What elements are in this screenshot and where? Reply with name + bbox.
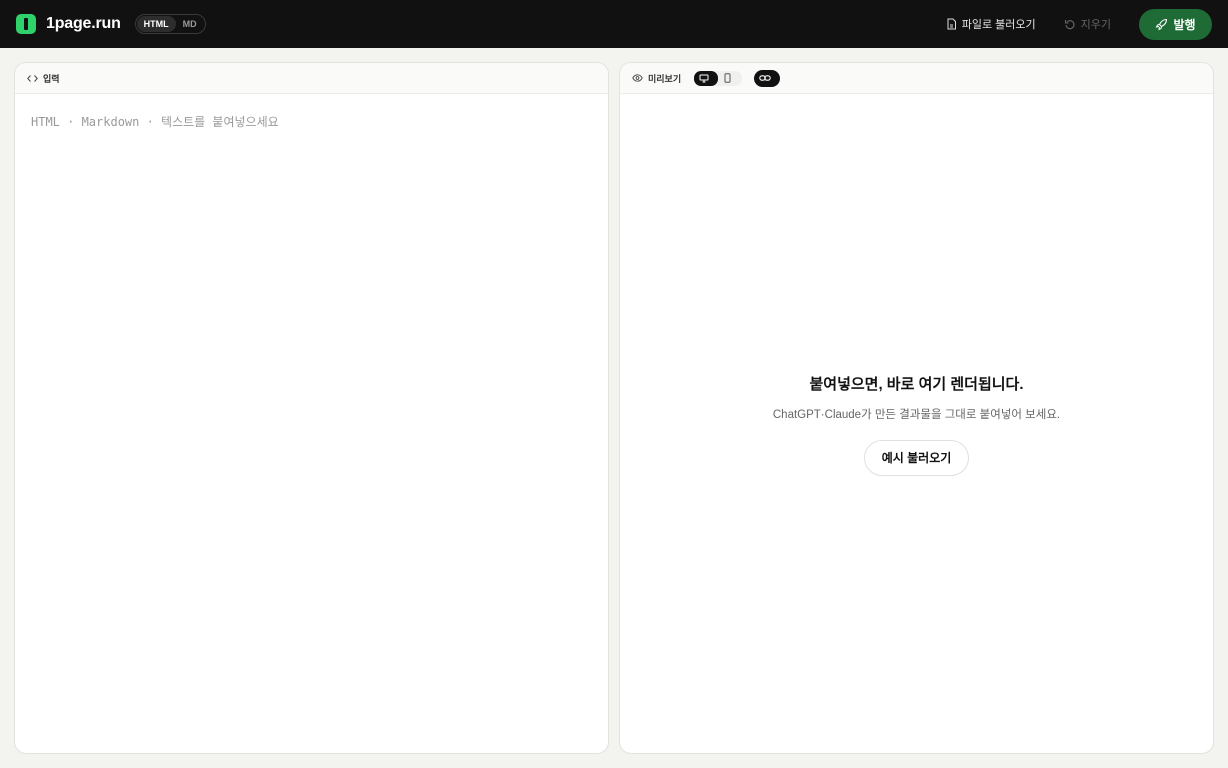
preview-title: 미리보기 — [648, 73, 682, 84]
publish-button[interactable]: 발행 — [1139, 8, 1212, 40]
load-file-button[interactable]: 파일로 불러오기 — [946, 16, 1036, 32]
phone-icon — [724, 73, 731, 83]
clear-label: 지우기 — [1080, 19, 1111, 31]
preview-header: 미리보기 — [620, 63, 1213, 94]
brand-name[interactable]: 1page.run — [46, 15, 121, 33]
undo-icon — [1064, 20, 1075, 30]
rocket-icon — [1156, 18, 1168, 30]
eye-icon — [632, 74, 643, 82]
editor-input[interactable]: HTML · Markdown · 텍스트를 붙여넣으세요 — [15, 94, 608, 149]
empty-subtitle: ChatGPT·Claude가 만든 결과물을 그대로 붙여넣어 보세요. — [772, 409, 1061, 421]
share-link-button[interactable] — [754, 69, 781, 87]
editor-header: 입력 — [15, 63, 608, 94]
editor-title: 입력 — [43, 73, 60, 84]
preview-panel: 미리보기 붙여넣으면, 바로 여기 렌더됩니다. ChatGPT·Claude가… — [619, 62, 1214, 754]
mode-md-button[interactable]: MD — [176, 16, 204, 32]
logo-icon[interactable] — [16, 14, 36, 34]
top-actions: 파일로 불러오기 지우기 발행 — [946, 8, 1212, 40]
publish-label: 발행 — [1173, 17, 1196, 32]
mobile-view-button[interactable] — [718, 71, 742, 86]
load-file-label: 파일로 불러오기 — [961, 19, 1036, 31]
mode-html-button[interactable]: HTML — [136, 16, 176, 32]
link-icon — [758, 75, 771, 81]
editor-panel: 입력 HTML · Markdown · 텍스트를 붙여넣으세요 — [14, 62, 609, 754]
device-toggle — [694, 70, 743, 86]
top-bar: 1page.run HTML MD 파일로 불러오기 지우기 발행 — [0, 0, 1228, 48]
desktop-view-button[interactable] — [694, 70, 719, 86]
empty-state: 붙여넣으면, 바로 여기 렌더됩니다. ChatGPT·Claude가 만든 결… — [620, 373, 1213, 476]
empty-title: 붙여넣으면, 바로 여기 렌더됩니다. — [809, 376, 1024, 393]
mode-toggle: HTML MD — [134, 14, 206, 34]
clear-button[interactable]: 지우기 — [1064, 16, 1111, 32]
code-icon — [27, 74, 38, 82]
file-icon — [947, 18, 956, 30]
monitor-icon — [699, 74, 709, 82]
load-example-button[interactable]: 예시 불러오기 — [863, 440, 970, 476]
